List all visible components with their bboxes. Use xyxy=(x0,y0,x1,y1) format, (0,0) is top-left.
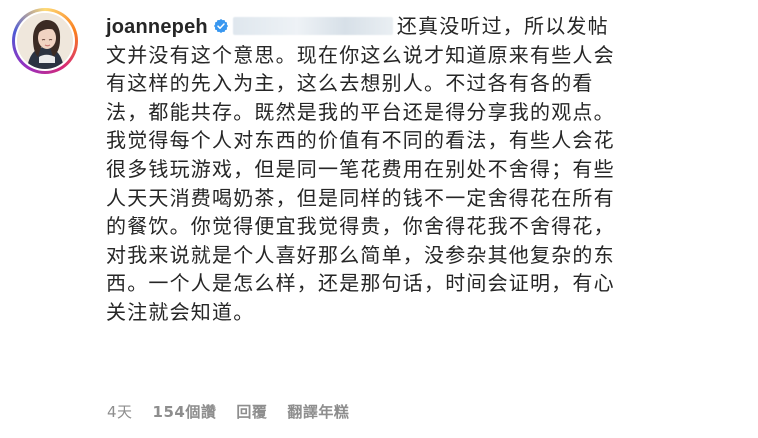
avatar-border xyxy=(15,11,75,71)
likes-count[interactable]: 154個讚 xyxy=(153,401,217,422)
comment-content: joannepeh 还真没听过，所以发帖 文并没有这个意思。现在你这么说才知道原… xyxy=(106,12,751,327)
comment-text: joannepeh 还真没听过，所以发帖 文并没有这个意思。现在你这么说才知道原… xyxy=(106,12,751,327)
comment-meta: 4天 154個讚 回覆 翻譯年糕 xyxy=(107,401,369,422)
avatar-image xyxy=(17,13,73,69)
comment: joannepeh 还真没听过，所以发帖 文并没有这个意思。现在你这么说才知道原… xyxy=(0,0,758,438)
verified-badge-icon xyxy=(213,19,228,33)
comment-line: 有这样的先入为主，这么去想别人。不过各有各的看 xyxy=(106,71,594,96)
comment-line: 的餐饮。你觉得便宜我觉得贵，你舍得花我不舍得花， xyxy=(106,214,615,239)
comment-line: 西。一个人是怎么样，还是那句话，时间会证明，有心 xyxy=(106,271,615,296)
comment-timestamp[interactable]: 4天 xyxy=(107,401,133,422)
comment-line: 人天天消费喝奶茶，但是同样的钱不一定舍得花在所有 xyxy=(106,185,615,210)
comment-line: 文并没有这个意思。现在你这么说才知道原来有些人会 xyxy=(106,42,615,67)
comment-line: 法，都能共存。既然是我的平台还是得分享我的观点。 xyxy=(106,99,615,124)
comment-line: 对我来说就是个人喜好那么简单，没参杂其他复杂的东 xyxy=(106,242,615,267)
comment-line: 我觉得每个人对东西的价值有不同的看法，有些人会花 xyxy=(106,128,615,153)
comment-line-1-text: 还真没听过，所以发帖 xyxy=(396,14,609,38)
redacted-mention[interactable] xyxy=(232,17,393,35)
avatar[interactable] xyxy=(17,13,73,69)
comment-line: 很多钱玩游戏，但是同一笔花费用在别处不舍得；有些 xyxy=(106,156,615,181)
username-link[interactable]: joannepeh xyxy=(106,16,208,38)
translate-button[interactable]: 翻譯年糕 xyxy=(287,401,349,422)
avatar-story-ring[interactable] xyxy=(12,8,78,74)
comment-line: 关注就会知道。 xyxy=(106,299,255,324)
reply-button[interactable]: 回覆 xyxy=(236,401,267,422)
comment-line-first: joannepeh 还真没听过，所以发帖 xyxy=(106,12,751,41)
